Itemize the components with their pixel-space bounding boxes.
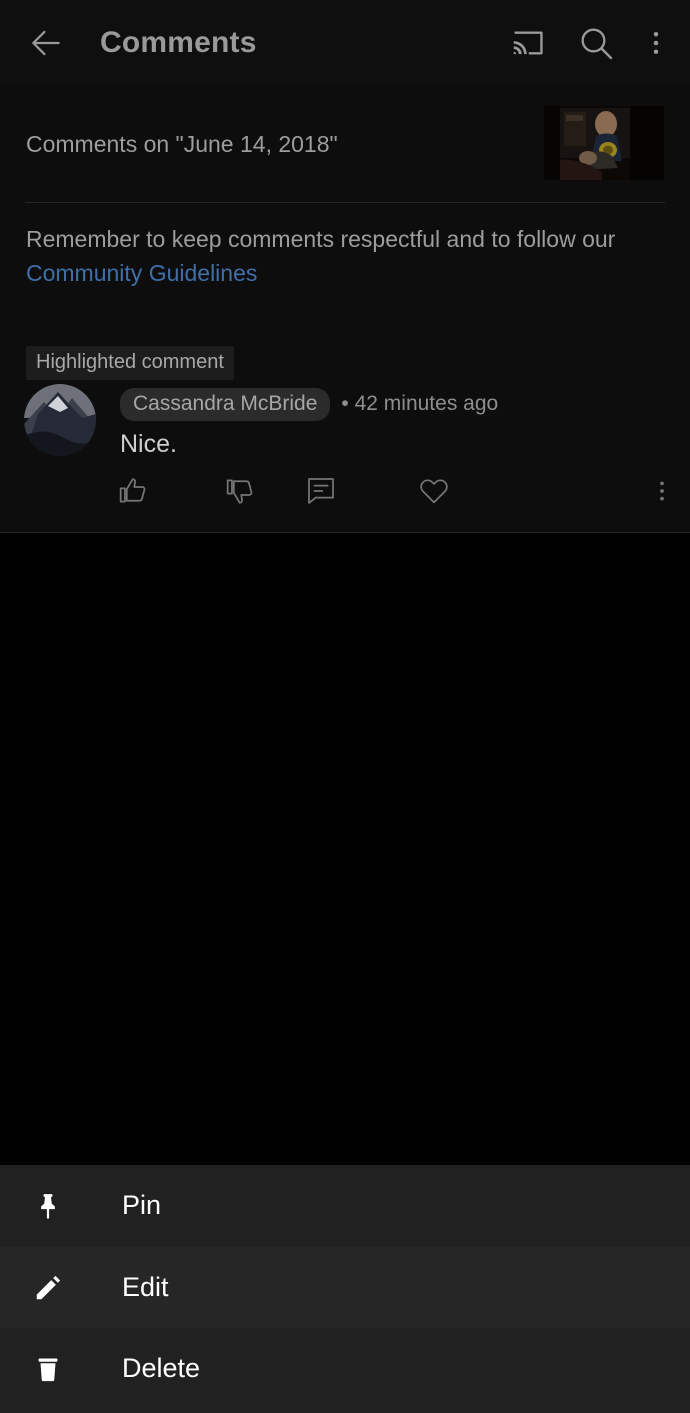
sheet-item-pin[interactable]: Pin: [0, 1165, 690, 1246]
comment-text: Nice.: [120, 430, 177, 458]
dislike-button[interactable]: [212, 462, 270, 520]
avatar-image: [24, 384, 96, 456]
search-button[interactable]: [562, 9, 630, 77]
like-button[interactable]: [105, 462, 163, 520]
sheet-item-label: Delete: [122, 1353, 201, 1383]
comment-options-sheet: Pin Edit Delete: [0, 1165, 690, 1413]
reply-button[interactable]: [292, 462, 350, 520]
community-guidelines-block: Remember to keep comments respectful and…: [0, 222, 690, 290]
comment-overflow-icon: [660, 481, 664, 501]
cast-icon: [513, 31, 543, 55]
video-header-title: Comments on "June 14, 2018": [26, 130, 338, 157]
video-thumbnail[interactable]: [544, 106, 664, 180]
comment-action-row: [0, 462, 690, 524]
cast-button[interactable]: [494, 9, 562, 77]
app-bar: Comments: [0, 0, 690, 86]
comment-list-empty-area: [0, 533, 690, 1165]
sheet-item-label: Pin: [122, 1190, 162, 1220]
heart-icon: [420, 479, 448, 504]
comment-author[interactable]: Cassandra McBride: [120, 387, 331, 421]
comment-overflow-button[interactable]: [633, 462, 690, 520]
back-button[interactable]: [14, 11, 78, 75]
back-arrow-icon: [32, 30, 60, 56]
highlighted-comment-badge: Highlighted comment: [26, 346, 234, 380]
community-guidelines-link[interactable]: Community Guidelines: [26, 256, 664, 290]
overflow-menu-button[interactable]: [630, 9, 682, 77]
search-icon: [581, 28, 613, 60]
header-divider: [25, 202, 665, 203]
sheet-item-label: Edit: [122, 1272, 169, 1302]
like-icon: [119, 478, 146, 503]
video-thumbnail-image: [544, 106, 664, 180]
heart-button[interactable]: [405, 462, 463, 520]
pencil-icon: [20, 1273, 76, 1303]
sheet-item-edit[interactable]: Edit: [0, 1247, 690, 1328]
reply-icon: [308, 478, 334, 504]
comments-screen: Comments Comments on "June 14, 2018" Rem…: [0, 0, 690, 1413]
dislike-icon: [226, 479, 253, 504]
guidelines-text: Remember to keep comments respectful and…: [26, 226, 616, 252]
page-title: Comments: [100, 26, 257, 59]
trash-icon: [20, 1354, 76, 1384]
app-bar-actions: [494, 0, 682, 86]
pin-icon: [20, 1191, 76, 1221]
avatar[interactable]: [24, 384, 96, 456]
comment-content: Cassandra McBride • 42 minutes ago Nice.: [120, 384, 498, 459]
comment-body: Cassandra McBride • 42 minutes ago Nice.: [0, 384, 690, 459]
overflow-menu-icon: [653, 32, 659, 54]
comment-timestamp: • 42 minutes ago: [341, 392, 499, 415]
comment-meta: Cassandra McBride • 42 minutes ago: [120, 387, 499, 421]
sheet-item-delete[interactable]: Delete: [0, 1328, 690, 1409]
